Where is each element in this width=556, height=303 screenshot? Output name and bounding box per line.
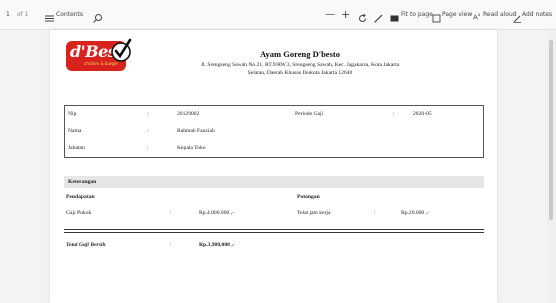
address-line-2: Selatan, Daerah Khusus Ibukota Jakarta 1… [247,70,353,76]
divider-top [64,229,484,230]
periode-value: 2020-05 [413,111,432,117]
contents-icon[interactable] [44,9,55,22]
page-view-icon[interactable] [431,9,442,23]
jabatan-colon: : [147,145,149,151]
periode-label: Periode Gaji [295,111,324,117]
company-address: Jl. Srengseng Sawah No.21, RT.9/RW.3, Sr… [132,61,468,77]
gaji-pokok-label: Gaji Pokok [66,210,92,216]
employee-info-box: Nip : 20129002 Periode Gaji : 2020-05 Na… [64,105,484,158]
keterangan-label: Keterangan [68,179,97,185]
nip-label: Nip [68,111,77,117]
telat-label: Telat jam kerja [297,210,331,216]
scrollbar-thumb[interactable] [549,40,553,220]
total-colon: : [170,242,172,248]
pdf-page: d'Besto chicken & burger Ayam Goreng D'b… [50,30,497,303]
potongan-label: Potongan [297,194,320,200]
pendapatan-label: Pendapatan [66,194,95,200]
keterangan-bar: Keterangan [64,176,484,188]
company-logo: d'Besto chicken & burger [66,38,134,71]
gaji-pokok-value: Rp.4.000.000 ,- [199,210,234,216]
page-total: of 1 [17,11,29,18]
total-value: Rp.3,980,000 ,- [199,242,235,248]
address-line-1: Jl. Srengseng Sawah No.21, RT.9/RW.3, Sr… [200,62,400,68]
zoom-out-button[interactable]: — [325,0,335,30]
page-number-input[interactable]: 1 [6,0,10,30]
search-icon[interactable] [92,9,103,23]
rotate-icon[interactable] [357,9,368,22]
add-notes-button[interactable]: Add notes [522,0,552,30]
fit-to-page-icon[interactable] [389,9,400,22]
telat-colon: : [374,210,376,216]
divider-bottom [64,232,484,233]
checkmark-icon [110,38,132,69]
pdf-toolbar: 1 of 1 Contents — + Fit to page Page vie… [0,0,556,30]
zoom-in-button[interactable]: + [341,0,350,30]
read-aloud-icon[interactable]: Aa [473,0,480,30]
page-view-button[interactable]: Page view [442,0,472,30]
jabatan-value: Kepala Toko [177,145,206,151]
draw-icon[interactable] [373,9,384,23]
nama-value: Rahmah Fauziah [177,128,215,134]
company-name: Ayam Goreng D'besto [260,49,340,59]
nip-value: 20129002 [177,111,200,117]
total-label: Total Gaji Bersih [66,242,106,248]
fit-to-page-button[interactable]: Fit to page [401,0,433,30]
nama-colon: : [147,128,149,134]
gaji-pokok-colon: : [170,210,172,216]
nip-colon: : [147,111,149,117]
nama-label: Nama [68,128,82,134]
contents-button[interactable]: Contents [56,0,83,30]
jabatan-label: Jabatan [68,145,85,151]
telat-value: Rp.20.000 ,- [401,210,429,216]
periode-colon: : [393,111,395,117]
